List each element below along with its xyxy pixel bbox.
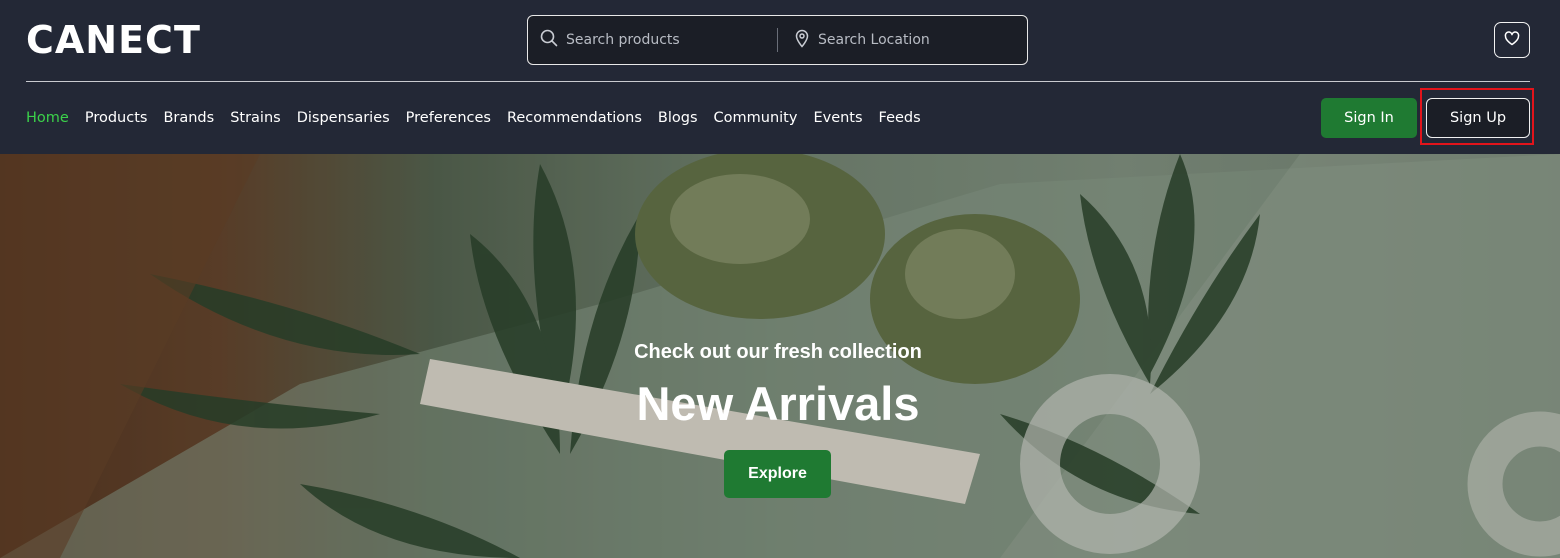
search-icon	[540, 29, 558, 51]
nav-item-blogs[interactable]: Blogs	[658, 110, 698, 126]
location-search-group	[794, 16, 1014, 64]
hero-banner: Check out our fresh collection New Arriv…	[0, 154, 1560, 558]
hero-subtitle: Check out our fresh collection	[634, 341, 922, 363]
wishlist-button[interactable]	[1494, 22, 1530, 58]
sign-up-button[interactable]: Sign Up	[1426, 98, 1530, 138]
heart-icon	[1504, 30, 1520, 50]
nav-item-events[interactable]: Events	[813, 110, 862, 126]
nav-item-products[interactable]: Products	[85, 110, 148, 126]
site-header: CANECT Home Products Brands Strains Disp…	[0, 0, 1560, 154]
nav-item-brands[interactable]: Brands	[163, 110, 214, 126]
product-search-group	[540, 16, 776, 64]
location-pin-icon	[794, 29, 810, 52]
header-divider	[26, 81, 1530, 82]
nav-item-feeds[interactable]: Feeds	[879, 110, 921, 126]
sign-in-button[interactable]: Sign In	[1321, 98, 1417, 138]
nav-item-preferences[interactable]: Preferences	[406, 110, 491, 126]
brand-logo[interactable]: CANECT	[26, 18, 201, 62]
nav-item-dispensaries[interactable]: Dispensaries	[297, 110, 390, 126]
explore-button[interactable]: Explore	[724, 450, 831, 498]
search-bar	[527, 15, 1028, 65]
product-search-input[interactable]	[566, 32, 756, 48]
nav-item-recommendations[interactable]: Recommendations	[507, 110, 642, 126]
search-divider	[777, 28, 778, 52]
hero-title: New Arrivals	[636, 377, 920, 430]
nav-item-strains[interactable]: Strains	[230, 110, 281, 126]
nav-item-community[interactable]: Community	[714, 110, 798, 126]
location-search-input[interactable]	[818, 32, 1008, 48]
main-nav: Home Products Brands Strains Dispensarie…	[26, 106, 937, 130]
nav-item-home[interactable]: Home	[26, 110, 69, 126]
